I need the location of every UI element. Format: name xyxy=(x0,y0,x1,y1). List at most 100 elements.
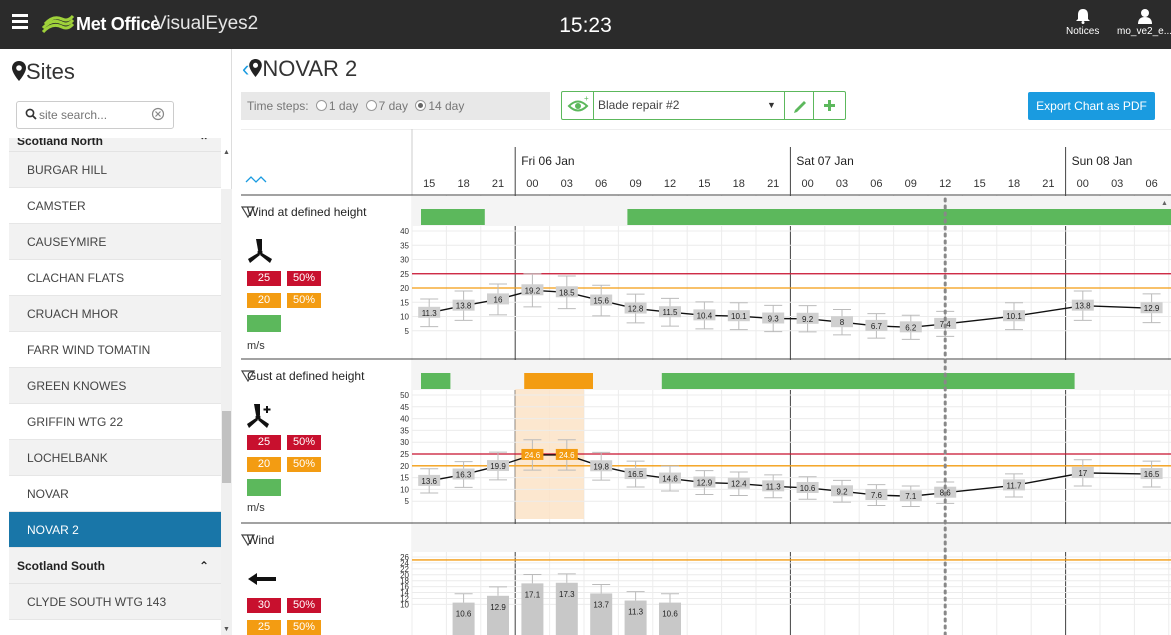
arrow-left-icon xyxy=(248,573,276,585)
site-item[interactable]: CAUSEYMIRE xyxy=(9,224,221,260)
data-label: 8 xyxy=(840,318,845,327)
threshold-percent: 50% xyxy=(287,598,321,613)
bell-icon xyxy=(1075,9,1090,24)
site-item[interactable]: LOCHELBANK xyxy=(9,440,221,476)
threshold-value: 30 xyxy=(247,598,281,613)
status-bar xyxy=(524,373,593,389)
site-item[interactable]: CLACHAN FLATS xyxy=(9,260,221,296)
site-item[interactable]: FARR WIND TOMATIN xyxy=(9,332,221,368)
threshold-percent: 50% xyxy=(287,620,321,635)
map-pin-icon xyxy=(12,61,26,81)
wind-bar xyxy=(452,602,475,635)
data-label: 17.3 xyxy=(559,590,575,599)
hour-tick-label: 18 xyxy=(733,178,745,190)
site-item[interactable]: GREEN KNOWES xyxy=(9,368,221,404)
site-item[interactable]: GRIFFIN WTG 22 xyxy=(9,404,221,440)
site-search-field[interactable] xyxy=(16,101,174,129)
collapse-caret-icon[interactable] xyxy=(241,206,255,218)
data-label: 6.7 xyxy=(871,322,883,331)
group-header-scotland-north[interactable]: Scotland North ⌃ xyxy=(9,138,221,152)
data-label: 13.6 xyxy=(421,477,437,486)
hour-tick-label: 18 xyxy=(1008,178,1020,190)
turbine-gust-icon xyxy=(247,404,271,428)
y-tick-label: 30 xyxy=(400,256,409,265)
threshold-value: 25 xyxy=(247,435,281,450)
data-label: 10.6 xyxy=(456,610,472,619)
unit-label: m/s xyxy=(247,502,265,514)
radio-14-day[interactable] xyxy=(415,100,427,111)
back-chevron-icon[interactable]: ‹ xyxy=(242,56,249,81)
hour-tick-label: 03 xyxy=(836,178,848,190)
data-label: 17 xyxy=(1078,469,1087,478)
page-title: ‹ NOVAR 2 xyxy=(242,56,357,82)
data-label: 7.1 xyxy=(905,492,917,501)
data-label: 12.9 xyxy=(697,479,713,488)
scroll-up-icon[interactable]: ▲ xyxy=(1161,200,1168,207)
data-label: 11.3 xyxy=(628,608,644,617)
user-label: mo_ve2_e... xyxy=(1117,26,1171,37)
data-label: 13.8 xyxy=(1075,302,1091,311)
data-label: 11.3 xyxy=(766,482,782,491)
site-title: NOVAR 2 xyxy=(262,56,358,81)
site-item[interactable]: NOVAR xyxy=(9,476,221,512)
collapse-caret-icon[interactable] xyxy=(241,370,255,382)
y-tick-label: 30 xyxy=(400,438,409,447)
radio-7-day[interactable] xyxy=(365,100,377,111)
scroll-down-icon[interactable]: ▼ xyxy=(223,626,230,633)
data-label: 19.8 xyxy=(593,462,609,471)
y-tick-label: 50 xyxy=(400,391,409,400)
panel-title: Gust at defined height xyxy=(247,369,365,383)
svg-text:+: + xyxy=(584,94,589,103)
activity-select[interactable]: Blade repair #2 xyxy=(598,92,784,119)
hour-tick-label: 06 xyxy=(870,178,882,190)
hour-tick-label: 06 xyxy=(1145,178,1157,190)
status-bar xyxy=(661,373,1075,389)
timesteps-control: Time steps: 1 day 7 day 14 day xyxy=(241,92,550,120)
site-item[interactable]: CAMSTER xyxy=(9,188,221,224)
add-button[interactable] xyxy=(814,92,845,119)
group-header-scotland-south[interactable]: Scotland South ⌃ xyxy=(9,548,221,584)
hour-tick-label: 03 xyxy=(561,178,573,190)
hour-tick-label: 15 xyxy=(973,178,985,190)
export-pdf-button[interactable]: Export Chart as PDF xyxy=(1028,92,1155,120)
wind-bar xyxy=(487,595,509,635)
data-label: 17.1 xyxy=(525,590,541,599)
notices-button[interactable]: Notices xyxy=(1066,8,1099,37)
threshold-value: 25 xyxy=(247,271,281,286)
site-item[interactable]: BURGAR HILL xyxy=(9,152,221,188)
site-item[interactable]: CLYDE SOUTH WTG 143 xyxy=(9,584,221,620)
y-tick-label: 10 xyxy=(400,600,409,609)
threshold-percent: 50% xyxy=(287,457,321,472)
data-label: 10.1 xyxy=(731,312,747,321)
hour-tick-label: 06 xyxy=(595,178,607,190)
data-label: 16.5 xyxy=(1144,470,1160,479)
hour-tick-label: 12 xyxy=(939,178,951,190)
chart-canvas: Fri 06 Jan Sat 07 Jan Sun 08 Jan 15 18 21 00 03… xyxy=(241,129,1171,635)
status-bar xyxy=(421,209,485,225)
data-label: 6.2 xyxy=(905,323,917,332)
data-label: 9.3 xyxy=(768,314,780,323)
site-item[interactable]: CRUACH MHOR xyxy=(9,296,221,332)
data-label: 16.5 xyxy=(628,470,644,479)
site-list: Scotland North ⌃ BURGAR HILL CAMSTER CAUS… xyxy=(9,138,221,635)
collapse-caret-icon[interactable] xyxy=(241,534,255,546)
data-label: 19.9 xyxy=(490,462,506,471)
data-label: 12.9 xyxy=(490,603,506,612)
scroll-up-icon[interactable]: ▲ xyxy=(223,149,230,156)
hour-tick-label: 21 xyxy=(492,178,504,190)
user-button[interactable]: mo_ve2_e... xyxy=(1117,8,1171,37)
y-tick-label: 15 xyxy=(400,298,409,307)
y-tick-label: 40 xyxy=(400,227,409,236)
data-label: 16.3 xyxy=(456,471,472,480)
site-search-input[interactable] xyxy=(39,107,154,123)
visibility-button[interactable]: + xyxy=(562,92,594,119)
timesteps-label: Time steps: xyxy=(247,99,309,113)
clear-search-icon[interactable] xyxy=(151,107,165,121)
sites-heading: Sites xyxy=(12,59,75,85)
edit-button[interactable] xyxy=(784,92,814,119)
site-item-active[interactable]: NOVAR 2 xyxy=(9,512,221,548)
sidebar-scroll-thumb[interactable] xyxy=(222,411,231,483)
hour-tick-label: 18 xyxy=(457,178,469,190)
radio-1-day[interactable] xyxy=(315,100,327,111)
data-label: 9.2 xyxy=(802,315,814,324)
